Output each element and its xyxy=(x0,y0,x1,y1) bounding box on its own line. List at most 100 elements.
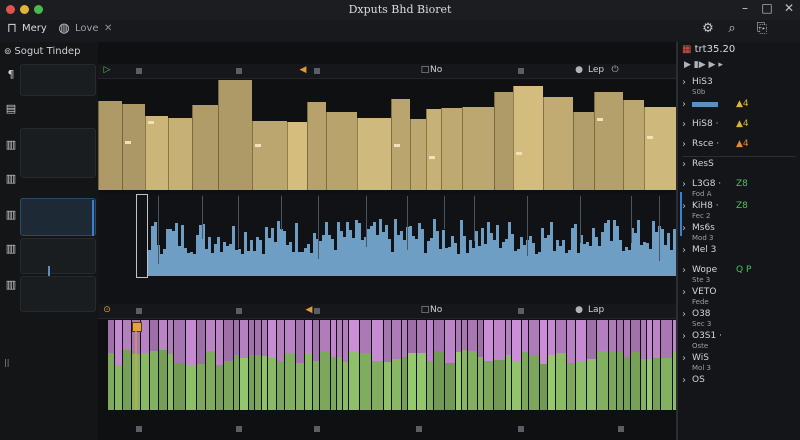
lane-3-clip-bottom[interactable] xyxy=(529,355,539,410)
gear-icon[interactable]: ⚙ xyxy=(700,21,716,36)
lane-3-clip-top[interactable] xyxy=(206,320,215,351)
lane-3-clip-bottom[interactable] xyxy=(402,357,407,410)
lane-1-marker-1[interactable] xyxy=(136,68,142,74)
lane-3-clip-bottom[interactable] xyxy=(624,357,630,410)
lane-3-clip-bottom[interactable] xyxy=(343,362,348,410)
lane-3-clip-top[interactable] xyxy=(168,320,173,354)
sidebar-panel-4[interactable] xyxy=(20,276,96,312)
chevron-right-icon[interactable]: › xyxy=(682,139,686,150)
lane-1-stop-icon[interactable]: □ xyxy=(420,65,430,75)
lane-2-selection-handle[interactable] xyxy=(136,194,148,278)
lane-3-clip-top[interactable] xyxy=(540,320,547,364)
lane-1-prev-icon[interactable]: ◀ xyxy=(298,65,308,75)
lane-3-clip-top[interactable] xyxy=(285,320,295,354)
sidebar-button-4[interactable]: ▥ xyxy=(4,172,18,186)
lane-3-clip-bottom[interactable] xyxy=(240,358,248,410)
lane-3-clip-top[interactable] xyxy=(609,320,616,352)
lane-3-clip-bottom[interactable] xyxy=(197,364,205,410)
lane-3-clip-top[interactable] xyxy=(402,320,407,357)
panel-item-9[interactable]: › Mel 3 xyxy=(682,244,798,258)
lane-1-clip[interactable] xyxy=(252,121,287,190)
lane-3-clip-bottom[interactable] xyxy=(234,355,239,410)
export-icon[interactable]: ⎘ xyxy=(754,21,770,36)
lane-3-clip-bottom[interactable] xyxy=(540,364,547,410)
lane-3-clip-top[interactable] xyxy=(115,320,122,365)
lane-1-clip[interactable] xyxy=(494,92,513,190)
lane-3-clip-bottom[interactable] xyxy=(255,355,261,410)
lane-3-clip-top[interactable] xyxy=(343,320,348,362)
lane-3-clip-top[interactable] xyxy=(462,320,467,350)
lane-3-marker-4[interactable] xyxy=(518,308,524,314)
lane-3-clip-top[interactable] xyxy=(576,320,586,362)
sidebar-button-1[interactable]: ¶ xyxy=(4,68,18,82)
lane-3-clip-bottom[interactable] xyxy=(456,352,461,410)
lane-3-clip-top[interactable] xyxy=(216,320,223,365)
lane-3-clip-top[interactable] xyxy=(456,320,461,352)
lane-3-clip-bottom[interactable] xyxy=(417,353,426,410)
lane-3-clip-bottom[interactable] xyxy=(609,352,616,410)
lane-3-clip-bottom[interactable] xyxy=(597,351,608,410)
lane-3-clip-top[interactable] xyxy=(305,320,312,353)
lane-1-clip[interactable] xyxy=(122,104,145,190)
lane-1-play-icon[interactable]: ▷ xyxy=(102,65,112,75)
lane-3-clip-top[interactable] xyxy=(255,320,261,355)
lane-3-clip-top[interactable] xyxy=(186,320,196,365)
lane-1-clip[interactable] xyxy=(426,109,441,190)
lane-3-clip-bottom[interactable] xyxy=(277,361,284,410)
lane-3-clip-bottom[interactable] xyxy=(661,358,672,410)
panel-item-2[interactable]: › ▲4 xyxy=(682,98,798,112)
lane-3-clip-bottom[interactable] xyxy=(522,352,528,410)
lane-3-clip-bottom[interactable] xyxy=(168,354,173,410)
lane-3-clip-top[interactable] xyxy=(296,320,304,363)
lane-3-clip-bottom[interactable] xyxy=(647,359,652,410)
lane-3-stack[interactable] xyxy=(98,320,676,410)
lane-1-clip[interactable] xyxy=(307,102,326,190)
panel-play-icon[interactable]: ▶ xyxy=(684,60,691,70)
lane-3-marker-1[interactable] xyxy=(136,308,142,314)
lane-1-clip[interactable] xyxy=(145,116,168,190)
lane-3-clip-top[interactable] xyxy=(240,320,248,358)
lane-3-clip-top[interactable] xyxy=(468,320,477,351)
panel-level-meter[interactable] xyxy=(692,102,718,107)
lane-1-marker-4[interactable] xyxy=(518,68,524,74)
lane-3-clip-top[interactable] xyxy=(224,320,233,361)
lane-3-clip-bottom[interactable] xyxy=(320,351,330,410)
chevron-right-icon[interactable]: › xyxy=(682,179,686,190)
lane-3-clip-bottom[interactable] xyxy=(349,351,359,410)
lane-3-clip-top[interactable] xyxy=(617,320,623,352)
lane-3-clip-top[interactable] xyxy=(647,320,652,359)
lane-3-clip-top[interactable] xyxy=(392,320,401,359)
lane-3-clip-bottom[interactable] xyxy=(313,361,319,410)
lane-3-marker-2[interactable] xyxy=(236,308,242,314)
lane-3-clip-top[interactable] xyxy=(548,320,555,355)
lane-1-clip[interactable] xyxy=(287,122,307,190)
lane-3-clip-bottom[interactable] xyxy=(468,351,477,410)
lane-1-clip[interactable] xyxy=(410,119,426,190)
lane-3-clip-bottom[interactable] xyxy=(372,361,383,410)
lane-3-clip-top[interactable] xyxy=(408,320,416,353)
lane-3-clip-top[interactable] xyxy=(159,320,167,350)
lane-3-clip-top[interactable] xyxy=(384,320,391,362)
lane-1-clip[interactable] xyxy=(543,97,573,190)
lane-1-clip[interactable] xyxy=(192,105,218,190)
sidebar-button-7[interactable]: ▥ xyxy=(4,278,18,292)
chevron-right-icon[interactable]: › xyxy=(682,99,686,110)
chevron-right-icon[interactable]: › xyxy=(682,245,686,256)
chevron-right-icon[interactable]: › xyxy=(682,331,686,342)
lane-1-clip[interactable] xyxy=(168,118,192,190)
sidebar-scroll-indicator[interactable] xyxy=(92,200,94,236)
panel-item-5[interactable]: › ResS xyxy=(682,158,798,172)
lane-3-clip-bottom[interactable] xyxy=(506,355,511,410)
lane-3-clip-top[interactable] xyxy=(427,320,433,361)
lane-1-clip[interactable] xyxy=(623,100,644,190)
lane-3-clip-bottom[interactable] xyxy=(484,361,493,410)
lane-3-clip-bottom[interactable] xyxy=(462,350,467,410)
lane-1-marker-3[interactable] xyxy=(314,68,320,74)
close-tab-icon[interactable]: ✕ xyxy=(104,23,112,34)
lane-1-power-icon[interactable]: ⏻ xyxy=(610,65,620,75)
lane-1-clip[interactable] xyxy=(573,112,594,190)
sidebar-button-5[interactable]: ▥ xyxy=(4,208,18,222)
chevron-right-icon[interactable]: › xyxy=(682,375,686,386)
sidebar-panel-3[interactable] xyxy=(20,238,96,274)
lane-3-clip-top[interactable] xyxy=(597,320,608,351)
